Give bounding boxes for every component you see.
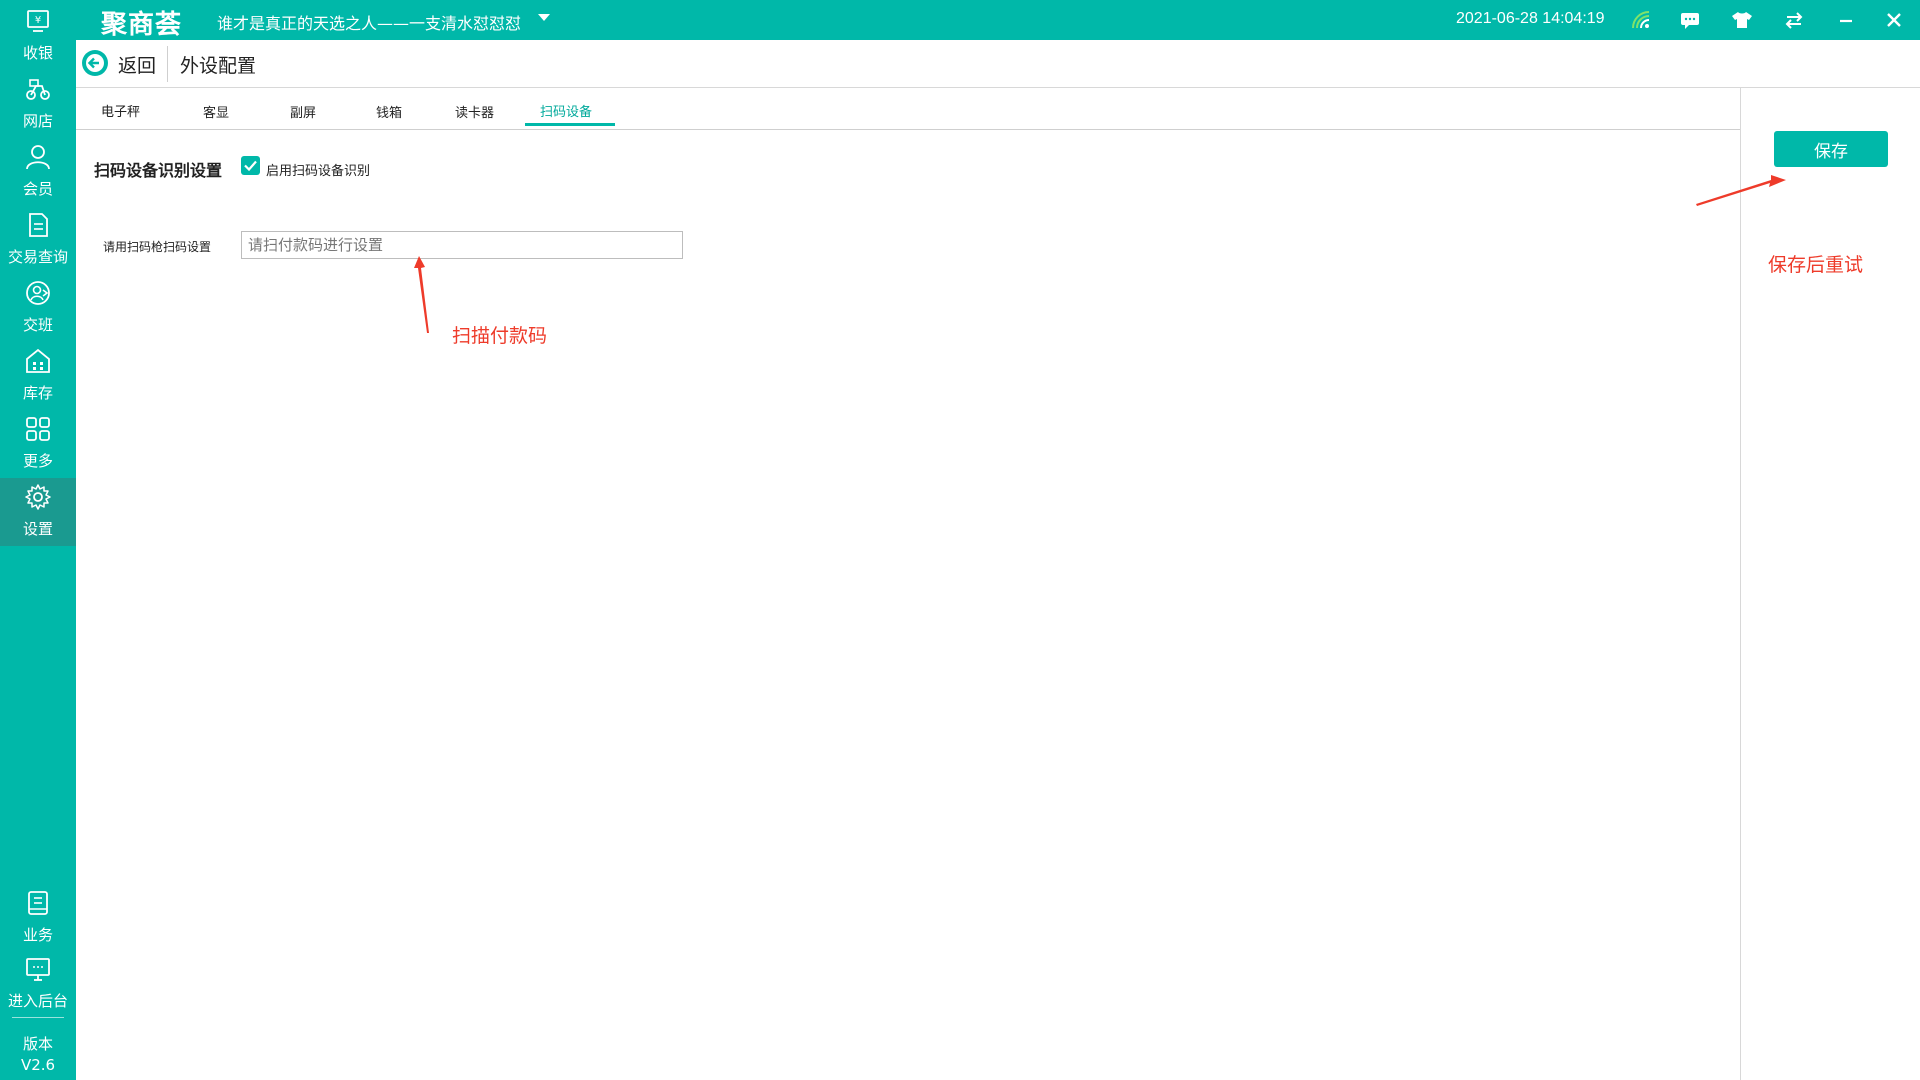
chevron-down-icon[interactable] <box>538 14 550 21</box>
minimize-icon[interactable] <box>1834 8 1858 32</box>
scan-code-input[interactable] <box>241 231 683 259</box>
sidebar-item-label: 库存 <box>22 384 53 402</box>
panel-divider <box>1740 88 1741 1080</box>
tab-bar <box>76 88 1740 130</box>
annotation-save-hint: 保存后重试 <box>1768 254 1864 276</box>
save-button[interactable]: 保存 <box>1774 131 1888 167</box>
section-title: 扫码设备识别设置 <box>94 161 223 180</box>
svg-text:¥: ¥ <box>35 15 41 26</box>
annotation-arrow-save <box>1696 175 1786 206</box>
enable-scanner-checkbox[interactable] <box>241 156 260 175</box>
version-divider <box>12 1017 64 1018</box>
sidebar-item-label: 更多 <box>22 452 53 470</box>
bike-icon <box>26 79 50 100</box>
sidebar-item-label: 业务 <box>22 926 53 944</box>
monitor-icon <box>26 958 50 981</box>
page-header <box>76 40 1920 88</box>
datetime: 2021-06-28 14:04:19 <box>1456 10 1605 27</box>
grid-icon <box>26 417 50 441</box>
version-info: 版本 V2.6 <box>0 1034 76 1076</box>
sidebar-item-more[interactable]: 更多 <box>0 410 76 478</box>
app-logo: 聚商荟 <box>101 10 183 40</box>
sidebar-item-member[interactable]: 会员 <box>0 138 76 206</box>
sidebar-item-cashier[interactable]: ¥ 收银 <box>0 2 76 70</box>
tab-scale[interactable]: 电子秤 <box>101 101 140 120</box>
sidebar-item-label: 交易查询 <box>7 248 68 266</box>
tab-scanner[interactable]: 扫码设备 <box>540 101 592 120</box>
page-title: 外设配置 <box>180 55 257 77</box>
sidebar-item-label: 交班 <box>22 316 53 334</box>
wifi-icon <box>1629 8 1653 32</box>
sidebar-item-settings[interactable]: 设置 <box>0 478 76 546</box>
sidebar-item-transactions[interactable]: 交易查询 <box>0 206 76 274</box>
sidebar-item-business[interactable]: 业务 <box>0 884 76 952</box>
sidebar-item-label: 设置 <box>22 520 53 538</box>
tab-cash-drawer[interactable]: 钱箱 <box>376 102 402 121</box>
version-number: V2.6 <box>20 1056 56 1074</box>
tab-secondary-screen[interactable]: 副屏 <box>290 102 316 121</box>
user-icon <box>26 145 50 170</box>
sidebar-item-label: 进入后台 <box>7 992 68 1010</box>
shift-icon <box>26 281 50 305</box>
header-divider <box>167 46 168 82</box>
annotation-scan-hint: 扫描付款码 <box>452 325 548 347</box>
message-icon[interactable] <box>1678 8 1702 32</box>
cashier-icon: ¥ <box>27 10 49 32</box>
sidebar-item-label: 会员 <box>22 180 53 198</box>
tab-card-reader[interactable]: 读卡器 <box>455 102 494 121</box>
gear-icon <box>25 484 51 510</box>
annotation-arrow-scan <box>414 256 429 333</box>
warehouse-icon <box>26 348 50 373</box>
sidebar-item-webshop[interactable]: 网店 <box>0 70 76 138</box>
tab-customer-display[interactable]: 客显 <box>203 102 229 121</box>
enable-scanner-label[interactable]: 启用扫码设备识别 <box>266 160 370 179</box>
sidebar-item-label: 网店 <box>22 112 53 130</box>
back-arrow-icon[interactable] <box>82 50 108 76</box>
check-icon <box>244 160 257 172</box>
switch-icon[interactable] <box>1782 8 1806 32</box>
store-selector[interactable]: 谁才是真正的天选之人——一支清水怼怼怼 <box>217 10 521 34</box>
document-icon <box>29 213 48 237</box>
version-label: 版本 <box>22 1035 53 1053</box>
sidebar: ¥ 收银 网店 会员 交易查询 交班 库存 更多 设置 业务 进入后台 版本 V… <box>0 0 76 1080</box>
sidebar-item-shift[interactable]: 交班 <box>0 274 76 342</box>
close-icon[interactable] <box>1882 8 1906 32</box>
scan-field-label: 请用扫码枪扫码设置 <box>103 240 212 254</box>
sidebar-item-backend[interactable]: 进入后台 <box>0 950 76 1018</box>
back-button[interactable]: 返回 <box>118 51 156 78</box>
shirt-icon[interactable] <box>1730 8 1754 32</box>
sidebar-item-label: 收银 <box>22 44 53 62</box>
active-tab-indicator <box>525 123 615 126</box>
book-icon <box>28 891 48 915</box>
sidebar-item-inventory[interactable]: 库存 <box>0 342 76 410</box>
